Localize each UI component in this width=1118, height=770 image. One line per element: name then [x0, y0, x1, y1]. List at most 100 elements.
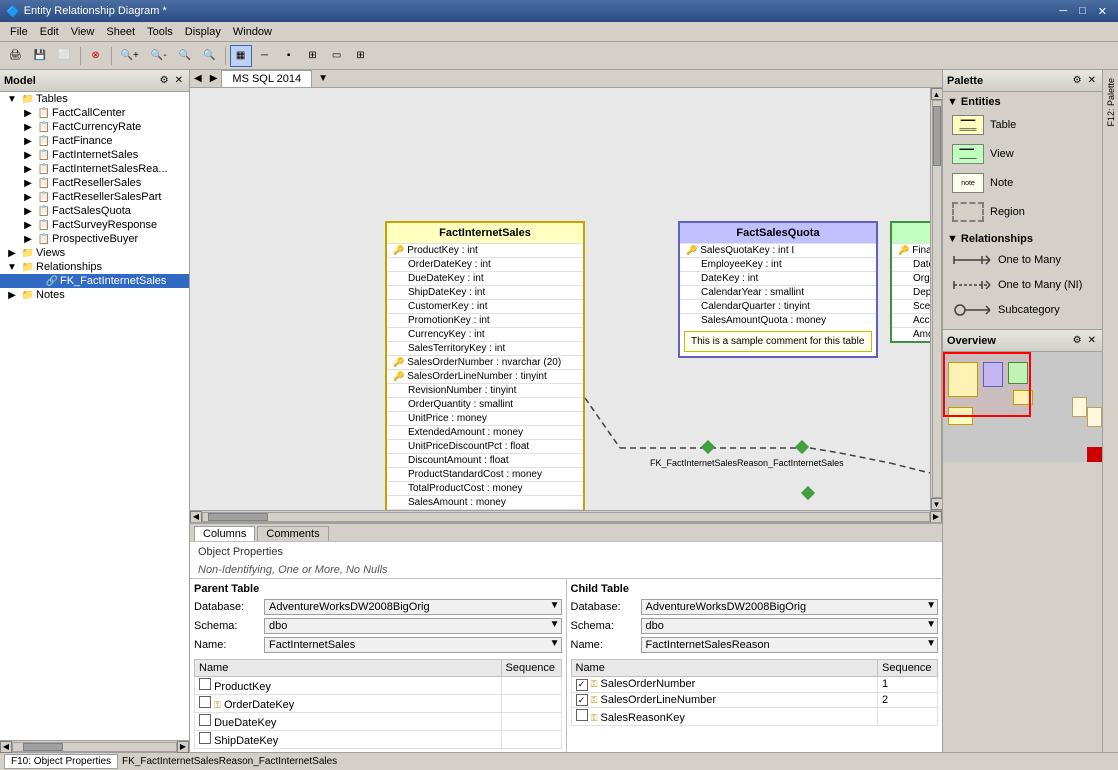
menu-tools[interactable]: Tools [141, 24, 179, 40]
palette-region[interactable]: Region [947, 198, 1098, 226]
checkbox-checked[interactable] [576, 679, 588, 691]
model-settings-button[interactable]: ⚙ [158, 74, 171, 87]
checkbox-checked[interactable] [576, 694, 588, 706]
tree-factsalesquota[interactable]: ▶ 📋 FactSalesQuota [0, 204, 189, 218]
parent-schema-dropdown-icon[interactable]: ▼ [550, 619, 560, 630]
checkbox[interactable] [199, 696, 211, 708]
parent-db-dropdown-icon[interactable]: ▼ [550, 600, 560, 611]
checkbox[interactable] [199, 678, 211, 690]
palette-close-btn[interactable]: ✕ [1086, 74, 1098, 87]
overview-minimap[interactable] [943, 352, 1102, 462]
child-schema-dropdown-icon[interactable]: ▼ [926, 619, 936, 630]
menu-file[interactable]: File [4, 24, 34, 40]
vscroll-track[interactable] [932, 100, 942, 498]
tree-factresellersalespart[interactable]: ▶ 📋 FactResellerSalesPart [0, 190, 189, 204]
checkbox[interactable] [576, 709, 588, 721]
canvas-vscroll[interactable]: ▲ ▼ [930, 88, 942, 510]
palette-note[interactable]: note Note [947, 169, 1098, 197]
stop-button[interactable]: ⊗ [85, 45, 107, 67]
menu-window[interactable]: Window [227, 24, 278, 40]
entity-factsalesquota[interactable]: FactSalesQuota 🔑SalesQuotaKey : int I Em… [678, 221, 878, 358]
scroll-track[interactable] [12, 742, 177, 752]
tab-comments[interactable]: Comments [257, 526, 328, 541]
tab-options[interactable]: ▼ [314, 71, 332, 86]
vscroll-up[interactable]: ▲ [931, 88, 943, 100]
vscroll-thumb[interactable] [933, 106, 941, 166]
hscroll-thumb[interactable] [208, 513, 268, 521]
child-name-input[interactable] [641, 637, 939, 653]
menu-view[interactable]: View [65, 24, 101, 40]
tree-factresellersales[interactable]: ▶ 📋 FactResellerSales [0, 176, 189, 190]
overview-settings-btn[interactable]: ⚙ [1071, 334, 1084, 347]
zoom-fit-button[interactable]: 🔍 [174, 45, 196, 67]
palette-settings-btn[interactable]: ⚙ [1071, 74, 1084, 87]
entities-section-header[interactable]: ▼ Entities [947, 94, 1098, 110]
tree-relationships-header[interactable]: ▼ 📁 Relationships [0, 260, 189, 274]
tree-factinternetsales[interactable]: ▶ 📋 FactInternetSales [0, 148, 189, 162]
tree-prospectivebuyer[interactable]: ▶ 📋 ProspectiveBuyer [0, 232, 189, 246]
line-button[interactable]: ─ [254, 45, 276, 67]
child-db-dropdown-icon[interactable]: ▼ [926, 600, 936, 611]
new-table-button[interactable]: ⊞ [350, 45, 372, 67]
tree-fk-factinternetsales[interactable]: 🔗 FK_FactInternetSales [0, 274, 189, 288]
maximize-button[interactable]: □ [1074, 4, 1091, 19]
palette-table[interactable]: ━━━═══ Table [947, 111, 1098, 139]
tab-columns[interactable]: Columns [194, 526, 255, 541]
parent-schema-input[interactable] [264, 618, 562, 634]
palette-view[interactable]: ━━━─── View [947, 140, 1098, 168]
menu-sheet[interactable]: Sheet [100, 24, 141, 40]
tree-notes-header[interactable]: ▶ 📁 Notes [0, 288, 189, 302]
tab-scroll-right[interactable]: ▶ [206, 71, 222, 86]
zoom-out-button[interactable]: 🔍- [146, 45, 172, 67]
rel-section-header[interactable]: ▼ Relationships [947, 231, 1098, 247]
child-db-input[interactable] [641, 599, 939, 615]
parent-name-dropdown-icon[interactable]: ▼ [550, 638, 560, 649]
palette-one-to-many[interactable]: One to Many [947, 248, 1098, 272]
tree-tables-header[interactable]: ▼ 📁 Tables [0, 92, 189, 106]
tree-factsurveyresponse[interactable]: ▶ 📋 FactSurveyResponse [0, 218, 189, 232]
vscroll-down[interactable]: ▼ [931, 498, 943, 510]
checkbox[interactable] [199, 714, 211, 726]
tree-views-header[interactable]: ▶ 📁 Views [0, 246, 189, 260]
tree-factcurrencyrate[interactable]: ▶ 📋 FactCurrencyRate [0, 120, 189, 134]
minimize-button[interactable]: ─ [1054, 4, 1072, 19]
left-panel-scrollbar[interactable]: ◀ ▶ [0, 740, 189, 752]
menu-display[interactable]: Display [179, 24, 227, 40]
model-close-button[interactable]: ✕ [173, 74, 185, 87]
parent-db-input[interactable] [264, 599, 562, 615]
scroll-thumb[interactable] [23, 743, 63, 751]
hscroll-track[interactable] [202, 512, 930, 522]
palette-subcategory[interactable]: Subcategory [947, 298, 1098, 322]
palette-one-to-many-ni[interactable]: One to Many (NI) [947, 273, 1098, 297]
hscroll-left[interactable]: ◀ [190, 511, 202, 523]
dot-button[interactable]: ▪ [278, 45, 300, 67]
print-button[interactable]: 🖨 [4, 45, 27, 67]
child-schema-input[interactable] [641, 618, 939, 634]
menu-edit[interactable]: Edit [34, 24, 65, 40]
parent-name-input[interactable] [264, 637, 562, 653]
checkbox[interactable] [199, 732, 211, 744]
page-button[interactable]: ⬜ [53, 45, 75, 67]
select-button[interactable]: ▦ [230, 45, 252, 67]
right-strip-label[interactable]: F12: Palette [1104, 74, 1118, 131]
tree-factfinance[interactable]: ▶ 📋 FactFinance [0, 134, 189, 148]
canvas-tab-mssql[interactable]: MS SQL 2014 [221, 70, 312, 87]
save-button[interactable]: 💾 [29, 45, 51, 67]
canvas-hscroll[interactable]: ◀ ▶ [190, 510, 942, 522]
scroll-left-btn[interactable]: ◀ [0, 741, 12, 753]
tree-factcallcenter[interactable]: ▶ 📋 FactCallCenter [0, 106, 189, 120]
grid-button[interactable]: ⊞ [302, 45, 324, 67]
tab-scroll-left[interactable]: ◀ [190, 71, 206, 86]
zoom-100-button[interactable]: 🔍 [198, 45, 220, 67]
entity-factfinance[interactable]: FactFinance 🔑FinanceKey : int I DateKey … [890, 221, 930, 343]
child-name-dropdown-icon[interactable]: ▼ [926, 638, 936, 649]
status-f10-tab[interactable]: F10: Object Properties [4, 754, 118, 769]
overview-close-btn[interactable]: ✕ [1086, 334, 1098, 347]
hscroll-right[interactable]: ▶ [930, 511, 942, 523]
tree-factinternetsalesrea[interactable]: ▶ 📋 FactInternetSalesRea... [0, 162, 189, 176]
table-button[interactable]: ▭ [326, 45, 348, 67]
zoom-in-button[interactable]: 🔍+ [116, 45, 144, 67]
scroll-right-btn[interactable]: ▶ [177, 741, 189, 753]
close-button[interactable]: ✕ [1093, 4, 1112, 19]
entity-factinternetsales[interactable]: FactInternetSales 🔑ProductKey : int Orde… [385, 221, 585, 510]
